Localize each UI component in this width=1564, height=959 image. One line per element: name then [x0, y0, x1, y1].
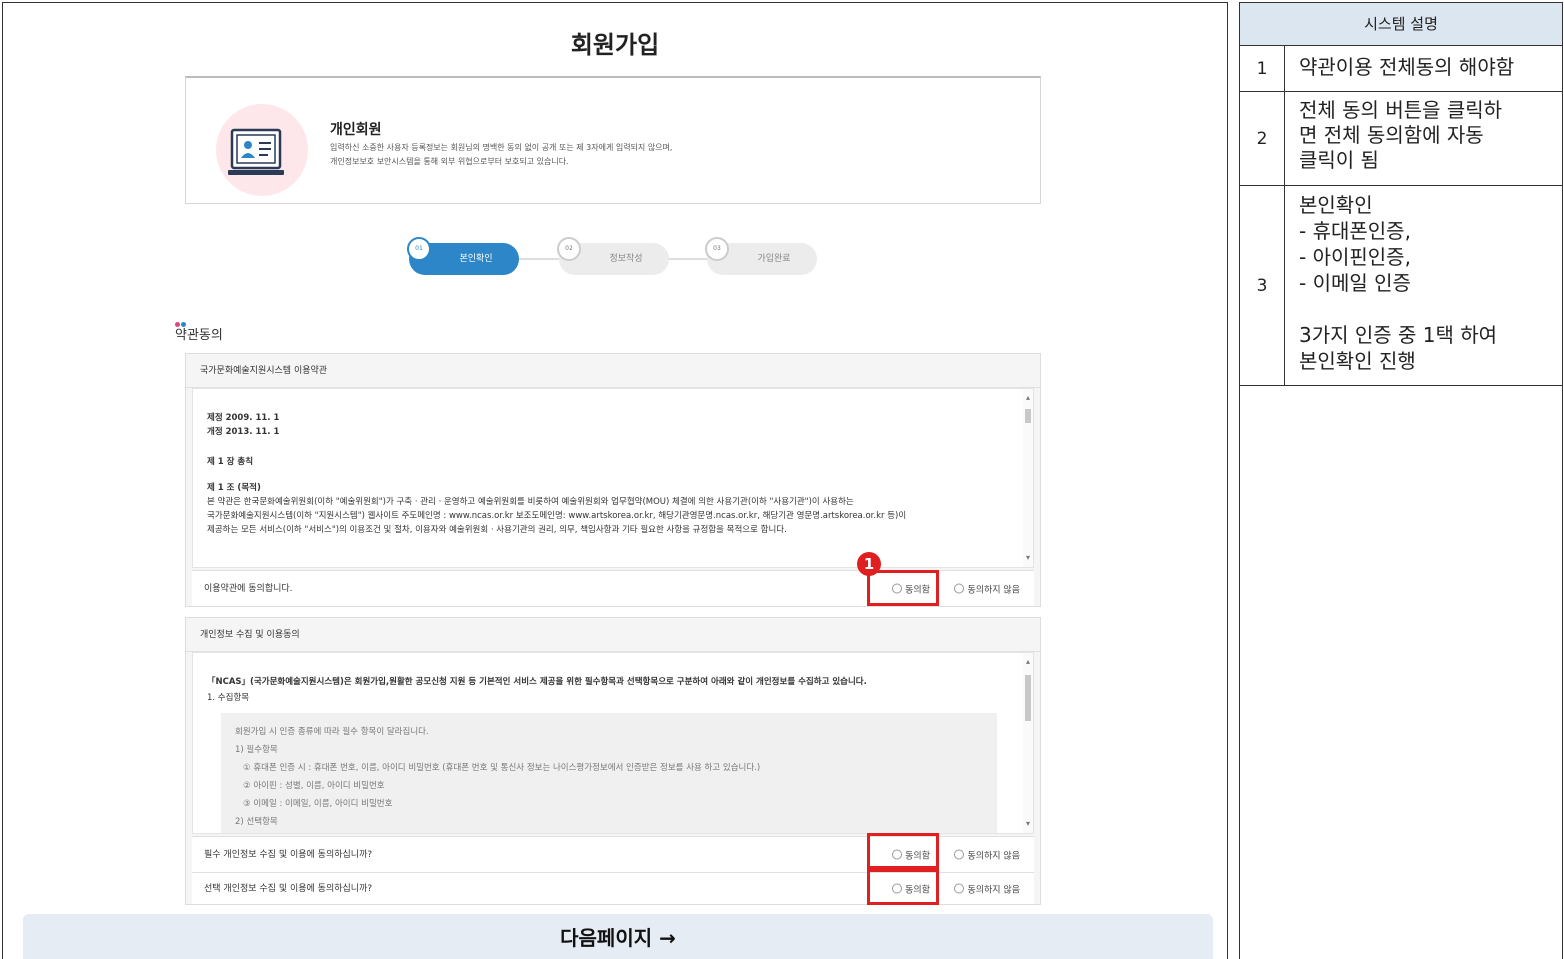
section-dots-icon	[175, 312, 189, 327]
radio-label: 동의하지 않음	[967, 851, 1020, 861]
step-identity-verification: 01 본인확인	[407, 237, 519, 275]
required-disagree-radio[interactable]: 동의하지 않음	[954, 848, 1020, 861]
row-description: 전체 동의 버튼을 클릭하 면 전체 동의함에 자동 클릭이 됨	[1299, 98, 1503, 172]
signup-progress-steps: 01 본인확인 02 정보작성 03 가입완료	[407, 237, 827, 277]
step-info-entry: 02 정보작성	[557, 237, 669, 275]
optional-disagree-radio[interactable]: 동의하지 않음	[954, 882, 1020, 895]
step-number: 02	[557, 237, 581, 261]
highlight-box	[867, 869, 939, 905]
page-title: 회원가입	[570, 31, 660, 59]
system-description-panel: 시스템 설명 1 약관이용 전체동의 해야함 2 전체 동의 버튼을 클릭하 면…	[1239, 2, 1563, 959]
member-desc-line: 개인정보보호 보안시스템을 통해 외부 위협으로부터 보호되고 있습니다.	[330, 157, 569, 166]
privacy-subheading: 1. 수집항목	[207, 693, 250, 703]
privacy-intro: 「NCAS」(국가문화예술지원시스템)은 회원가입,원활한 공모신청 지원 등 …	[207, 677, 867, 687]
highlight-box	[867, 570, 939, 606]
privacy-line: 회원가입 시 인증 종류에 따라 필수 항목이 달라집니다.	[235, 727, 429, 737]
scroll-down-icon[interactable]: ▾	[1023, 819, 1033, 829]
radio-label: 동의하지 않음	[967, 585, 1020, 595]
terms-line: 제정 2009. 11. 1	[207, 413, 280, 423]
terms-of-use-title: 국가문화예술지원시스템 이용약관	[186, 354, 1040, 388]
terms-line: 국가문화예술지원시스템(이하 "지원시스템") 웹사이트 주도메인명 : www…	[207, 511, 907, 521]
privacy-line: 1) 필수항목	[235, 745, 278, 755]
required-consent-question: 필수 개인정보 수집 및 이용에 동의하십니까?	[204, 850, 373, 860]
radio-circle-icon	[954, 583, 965, 593]
terms-line: 제공하는 모든 서비스(이하 "서비스")의 이용조건 및 절차, 이용자와 예…	[207, 525, 787, 535]
scroll-down-icon[interactable]: ▾	[1023, 553, 1033, 563]
member-type-card: 개인회원 입력하신 소중한 사용자 등록정보는 회원님의 명백한 동의 없이 공…	[185, 76, 1041, 204]
member-type-description: 입력하신 소중한 사용자 등록정보는 회원님의 명백한 동의 없이 공개 또는 …	[330, 141, 890, 169]
radio-circle-icon	[954, 849, 965, 859]
privacy-line: ② 아이핀 : 성별, 이름, 아이디 비밀번호	[243, 781, 385, 791]
member-type-title: 개인회원	[330, 122, 382, 138]
description-row: 2 전체 동의 버튼을 클릭하 면 전체 동의함에 자동 클릭이 됨	[1240, 92, 1562, 186]
privacy-line: 2) 선택항목	[235, 817, 278, 827]
terms-scrollbar[interactable]: ▴ ▾	[1023, 389, 1033, 567]
step-number: 01	[407, 237, 431, 261]
step-label: 가입완료	[757, 254, 791, 264]
next-page-bar: 다음페이지 →	[23, 914, 1213, 959]
privacy-line: ① 휴대폰 인증 시 : 휴대폰 번호, 이름, 아이디 비밀번호 (휴대폰 번…	[243, 763, 761, 773]
description-row: 3 본인확인 - 휴대폰인증, - 아이핀인증, - 이메일 인증 3가지 인증…	[1240, 186, 1562, 386]
scroll-thumb[interactable]	[1025, 409, 1031, 423]
step-number: 03	[705, 237, 729, 261]
id-card-icon	[228, 128, 284, 175]
terms-agree-question: 이용약관에 동의합니다.	[204, 584, 293, 594]
privacy-scrollbar[interactable]: ▴ ▾	[1023, 653, 1033, 833]
terms-article: 제 1 조 (목적)	[207, 483, 261, 493]
description-row: 1 약관이용 전체동의 해야함	[1240, 46, 1562, 92]
terms-of-use-scroll[interactable]: 제정 2009. 11. 1 개정 2013. 11. 1 제 1 장 총칙 제…	[192, 388, 1034, 568]
terms-of-use-box: 국가문화예술지원시스템 이용약관 제정 2009. 11. 1 개정 2013.…	[185, 353, 1041, 607]
terms-chapter: 제 1 장 총칙	[207, 457, 254, 467]
radio-label: 동의하지 않음	[967, 885, 1020, 895]
next-page-button[interactable]: 다음페이지 →	[23, 914, 1213, 959]
system-description-header: 시스템 설명	[1240, 3, 1562, 46]
row-description: 본인확인 - 휴대폰인증, - 아이핀인증, - 이메일 인증 3가지 인증 중…	[1299, 193, 1498, 373]
highlight-box	[867, 833, 939, 869]
privacy-line: ③ 이메일 : 이메일, 이름, 아이디 비밀번호	[243, 799, 393, 809]
optional-consent-question: 선택 개인정보 수집 및 이용에 동의하십니까?	[204, 884, 373, 894]
terms-disagree-radio[interactable]: 동의하지 않음	[954, 582, 1020, 595]
callout-marker: 1	[857, 552, 881, 576]
section-title-terms: 약관동의	[175, 328, 223, 343]
privacy-consent-scroll[interactable]: 「NCAS」(국가문화예술지원시스템)은 회원가입,원활한 공모신청 지원 등 …	[192, 652, 1034, 834]
step-complete: 03 가입완료	[705, 237, 817, 275]
scroll-thumb[interactable]	[1025, 675, 1031, 721]
row-number: 1	[1240, 46, 1285, 91]
privacy-items-panel: 회원가입 시 인증 종류에 따라 필수 항목이 달라집니다. 1) 필수항목 ①…	[221, 713, 997, 833]
row-description: 약관이용 전체동의 해야함	[1299, 55, 1515, 79]
terms-line: 본 약관은 한국문화예술위원회(이하 "예술위원회")가 구축 · 관리 · 운…	[207, 497, 854, 507]
row-number: 2	[1240, 92, 1285, 185]
signup-screen: 회원가입 개인회원 입력하신 소중한 사용자 등록정보는 회원님의 명백한 동의…	[2, 2, 1228, 959]
row-number: 3	[1240, 186, 1285, 385]
member-desc-line: 입력하신 소중한 사용자 등록정보는 회원님의 명백한 동의 없이 공개 또는 …	[330, 143, 673, 152]
step-label: 정보작성	[609, 254, 643, 264]
scroll-up-icon[interactable]: ▴	[1023, 657, 1033, 667]
privacy-consent-title: 개인정보 수집 및 이용동의	[186, 618, 1040, 652]
terms-line: 개정 2013. 11. 1	[207, 427, 280, 437]
step-label: 본인확인	[459, 254, 493, 264]
scroll-up-icon[interactable]: ▴	[1023, 393, 1033, 403]
radio-circle-icon	[954, 883, 965, 893]
